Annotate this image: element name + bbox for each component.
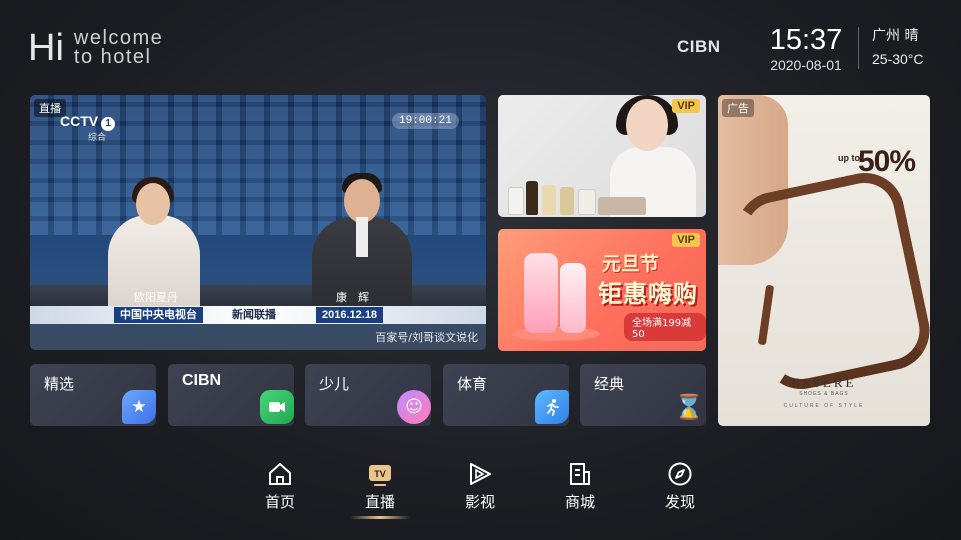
nav-label: 直播	[364, 493, 395, 511]
live-tv-card[interactable]: 直播 CCTV 1 综合 19:00:21 欧阳夏丹 康 辉 中国中央电视台 新闻…	[30, 95, 486, 350]
nav-movies[interactable]: 影视	[450, 460, 510, 512]
anchor-left-name: 欧阳夏丹	[134, 291, 178, 304]
clock-date: 2020-08-01	[770, 57, 842, 73]
nav-label: 发现	[664, 493, 695, 511]
tile-cibn[interactable]: CIBN	[168, 364, 294, 426]
tile-label: 精选	[44, 375, 75, 393]
channel-logo: CCTV 1	[60, 113, 116, 131]
weather-city: 广州 晴	[872, 28, 919, 44]
greeting-line-2: to hotel	[73, 46, 152, 68]
tile-label: CIBN	[182, 372, 222, 389]
nav-label: 商城	[564, 493, 595, 511]
anchor-right-name: 康 辉	[336, 291, 369, 304]
product-cup	[524, 253, 558, 333]
running-icon	[535, 390, 569, 424]
sale-percent: 50%	[858, 145, 916, 178]
tile-featured[interactable]: 精选 ★	[30, 364, 156, 426]
product-bottle	[560, 187, 574, 215]
hourglass-icon: ⌛	[674, 393, 704, 421]
weather: 广州 晴 25-30°C	[872, 27, 942, 67]
header-divider	[858, 27, 859, 69]
product-bottle	[542, 185, 556, 215]
tile-label: 少儿	[319, 375, 350, 393]
tile-sports[interactable]: 体育	[443, 364, 569, 426]
promo-headline: 钜惠嗨购	[598, 280, 698, 308]
vip-ad-new-year-sale[interactable]: 元旦节 钜惠嗨购 全场满199减50 VIP	[498, 229, 706, 351]
channel-number: 1	[101, 117, 116, 131]
clock-time: 15:37	[769, 24, 843, 56]
product-bottle	[508, 187, 524, 215]
nav-home[interactable]: 首页	[250, 460, 310, 512]
nav-discover[interactable]: 发现	[650, 460, 710, 512]
tile-kids[interactable]: 少儿 ☺	[305, 364, 431, 426]
greeting-subtitle: welcome to hotel	[73, 28, 163, 68]
greeting-hi: Hi	[28, 27, 64, 69]
tile-label: 经典	[594, 375, 625, 393]
product-bottle	[578, 189, 596, 215]
ad-brand-name: ESSERE	[791, 375, 857, 390]
broadcast-clock: 19:00:21	[392, 113, 459, 129]
vip-ad-skincare[interactable]: VIP	[498, 95, 706, 217]
product-bottle	[598, 197, 646, 215]
sale-prefix: up to	[838, 153, 860, 163]
nav-shop[interactable]: 商城	[550, 460, 610, 512]
model-face	[626, 99, 668, 151]
high-heel-shoe	[729, 165, 930, 397]
shop-icon	[570, 463, 590, 485]
weather-temperature: 25-30°C	[872, 51, 924, 67]
ad-badge: 广告	[722, 99, 754, 117]
greeting: Hi welcome to hotel	[28, 28, 163, 68]
compass-icon	[668, 462, 692, 486]
play-icon	[470, 463, 491, 485]
promo-subtitle: 全场满199减50	[624, 313, 706, 341]
nav-active-indicator	[350, 516, 410, 519]
vip-badge: VIP	[672, 233, 700, 247]
anchor-names: 欧阳夏丹 康 辉	[30, 289, 486, 304]
vip-badge: VIP	[672, 99, 700, 113]
kids-icon: ☺	[397, 390, 431, 424]
caption-network: 中国中央电视台	[114, 307, 203, 323]
channel-logo-text: CCTV	[60, 113, 99, 129]
tile-classics[interactable]: 经典 ⌛	[580, 364, 706, 426]
ad-brand-sub: SHOES & BAGS	[799, 391, 849, 397]
tv-icon: TV	[369, 465, 391, 486]
nav-live[interactable]: TV 直播	[350, 460, 410, 512]
caption-program: 新闻联播	[232, 308, 276, 321]
ad-brand-tagline: CULTURE OF STYLE	[783, 403, 865, 409]
source-watermark: 百家号/刘哥谈文说化	[375, 331, 478, 344]
promo-title: 元旦节	[602, 253, 660, 275]
channel-sub: 综合	[88, 133, 107, 143]
tile-label: 体育	[457, 375, 488, 393]
star-icon: ★	[122, 390, 156, 424]
product-bottle	[526, 181, 538, 215]
video-camera-icon	[260, 390, 294, 424]
nav-label: 首页	[264, 493, 295, 511]
nav-label: 影视	[464, 493, 495, 511]
lower-third: 欧阳夏丹 康 辉 中国中央电视台 新闻联播 2016.12.18	[30, 289, 486, 327]
caption-date: 2016.12.18	[316, 307, 384, 323]
clock: 15:37 2020-08-01	[764, 24, 848, 73]
cibn-logo: CIBN	[677, 37, 721, 56]
tv-icon-text: TV	[374, 469, 386, 479]
ad-shoes-banner[interactable]: 广告 up to 50% ESSERE SHOES & BAGS CULTURE…	[718, 95, 930, 426]
home-icon	[269, 463, 291, 485]
product-cup-small	[560, 263, 586, 333]
